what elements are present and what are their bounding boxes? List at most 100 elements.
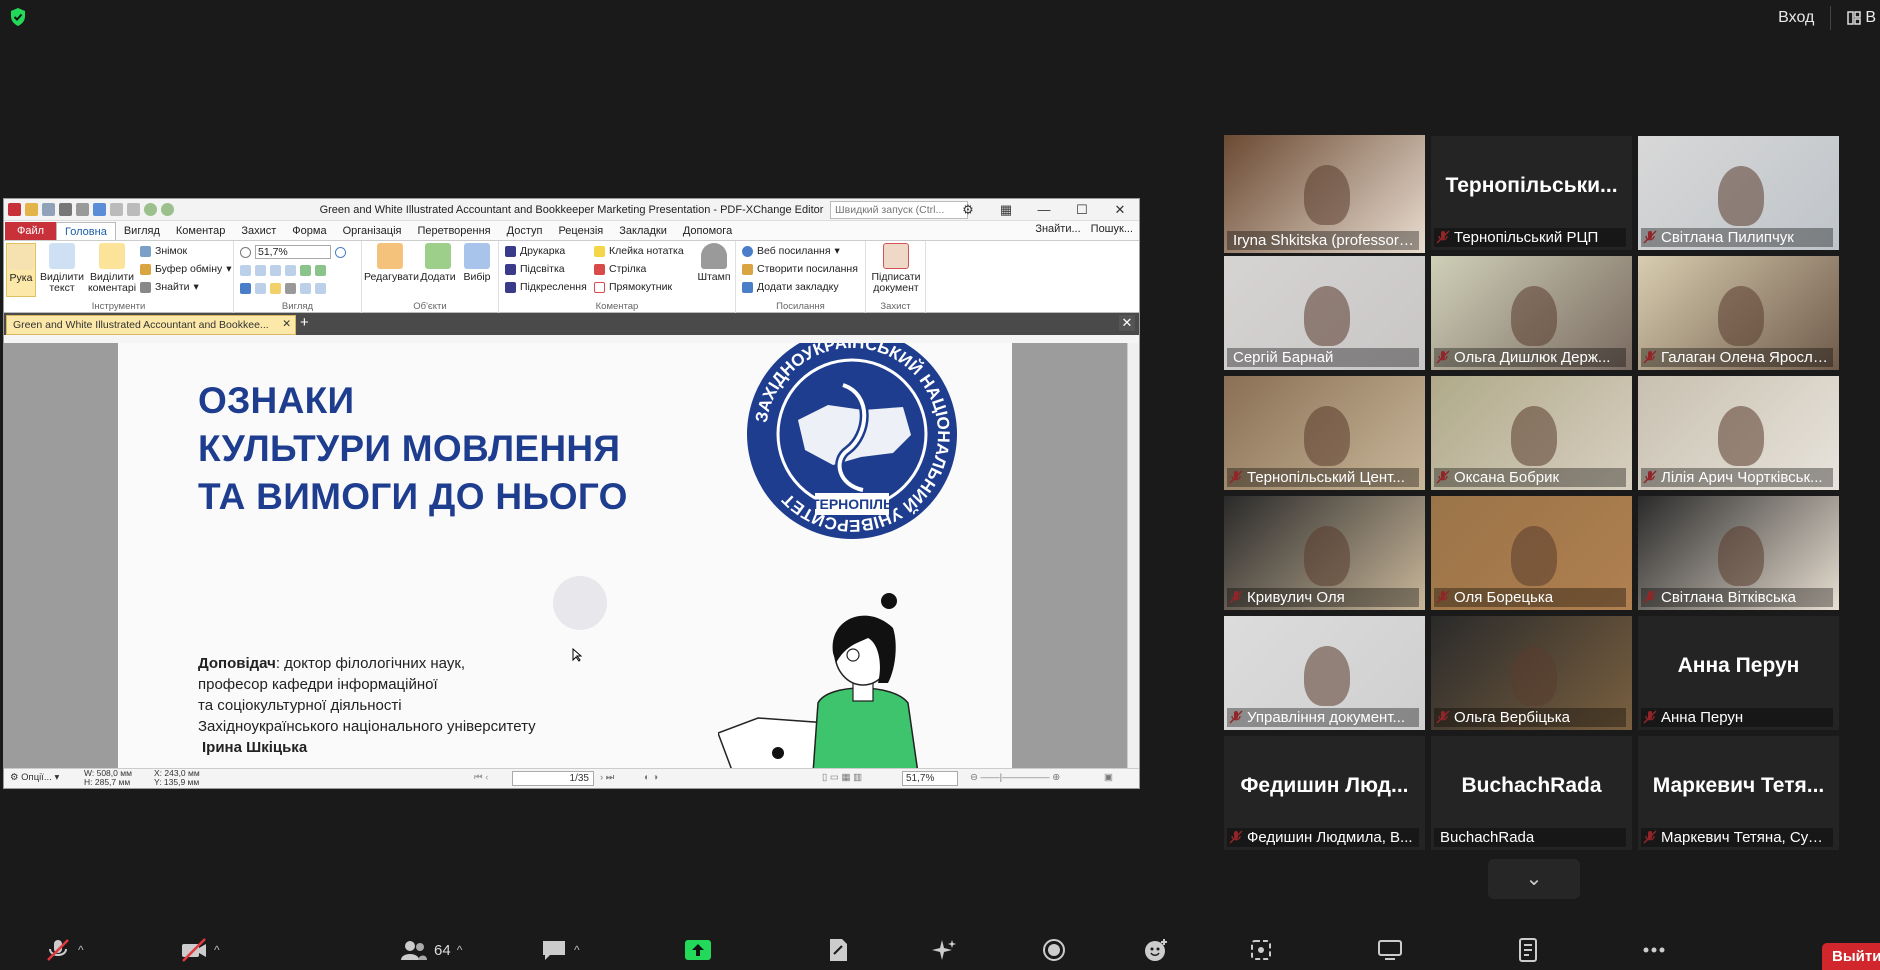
- menu-bookmarks[interactable]: Закладки: [611, 222, 675, 240]
- menu-protect[interactable]: Захист: [233, 222, 284, 240]
- reactions-button[interactable]: [1142, 938, 1170, 962]
- participant-tile[interactable]: Ольга Вербіцька: [1431, 616, 1632, 730]
- zoom-select[interactable]: 51,7%: [902, 771, 958, 786]
- find-button[interactable]: Знайти...: [1035, 223, 1080, 235]
- menu-form[interactable]: Форма: [284, 222, 334, 240]
- history-nav-icon[interactable]: ◐ ◑: [644, 772, 658, 783]
- share-screen-button[interactable]: [684, 938, 712, 962]
- attachments-icon[interactable]: [285, 283, 296, 294]
- add-bookmark-button[interactable]: Додати закладку: [742, 281, 839, 293]
- participant-tile[interactable]: Світлана Пилипчук: [1638, 136, 1839, 250]
- more-button[interactable]: [1640, 938, 1668, 962]
- open-folder-icon[interactable]: [25, 203, 38, 216]
- cloud-icon[interactable]: [93, 203, 106, 216]
- zoom-out-icon[interactable]: [240, 246, 251, 258]
- search-button[interactable]: Пошук...: [1091, 223, 1133, 235]
- participant-tile[interactable]: Тернопільськи... Тернопільський РЦП: [1431, 136, 1632, 250]
- participants-button[interactable]: 64 ^: [400, 938, 462, 962]
- new-tab-icon[interactable]: +: [300, 314, 309, 331]
- notes-button[interactable]: [824, 938, 852, 962]
- participant-tile[interactable]: BuchachRada BuchachRada: [1431, 736, 1632, 850]
- clipboard-button[interactable]: Буфер обміну ▾: [140, 263, 232, 275]
- arrow-button[interactable]: Стрілка: [594, 263, 646, 275]
- undo-icon[interactable]: [110, 203, 123, 216]
- caret-up-icon[interactable]: ^: [214, 943, 220, 957]
- add-button[interactable]: Додати: [418, 243, 458, 283]
- participant-tile[interactable]: Маркевич Тетя... Маркевич Тетяна, Сул...: [1638, 736, 1839, 850]
- select-comments-button[interactable]: Виділити коментарі: [86, 243, 138, 294]
- participant-tile[interactable]: Оксана Бобрик: [1431, 376, 1632, 490]
- next-page-icon[interactable]: › ⏭: [600, 772, 614, 783]
- participant-tile[interactable]: Галаган Олена Яросла...: [1638, 256, 1839, 370]
- print-icon[interactable]: [59, 203, 72, 216]
- view-button[interactable]: В: [1847, 9, 1880, 27]
- minimize-button[interactable]: —: [1025, 199, 1063, 221]
- create-link-button[interactable]: Створити посилання: [742, 263, 858, 275]
- rotate-left-icon[interactable]: [300, 265, 311, 276]
- document-tab[interactable]: Green and White Illustrated Accountant a…: [6, 315, 296, 335]
- participant-tile[interactable]: Анна Перун Анна Перун: [1638, 616, 1839, 730]
- properties-icon[interactable]: [315, 283, 326, 294]
- snapshot-button[interactable]: Знімок: [140, 245, 187, 257]
- close-tab-icon[interactable]: ✕: [282, 318, 291, 330]
- caret-up-icon[interactable]: ^: [78, 943, 84, 957]
- share-view-button[interactable]: [1376, 938, 1404, 962]
- sign-document-button[interactable]: Підписати документ: [870, 243, 922, 294]
- ai-companion-button[interactable]: [930, 938, 958, 962]
- select-button[interactable]: Вибір: [458, 243, 496, 283]
- options-button[interactable]: ⚙ Опції... ▾: [10, 772, 59, 783]
- close-all-icon[interactable]: ✕: [1119, 315, 1135, 331]
- participant-tile[interactable]: Лілія Арич Чортківськ...: [1638, 376, 1839, 490]
- menu-access[interactable]: Доступ: [499, 222, 551, 240]
- find-tool-button[interactable]: Знайти ▾: [140, 281, 199, 293]
- zoom-control[interactable]: 51,7%: [240, 245, 346, 259]
- chat-button[interactable]: ^: [540, 938, 580, 962]
- security-shield-icon[interactable]: [8, 7, 28, 27]
- back-icon[interactable]: [144, 203, 157, 216]
- zoom-in-icon[interactable]: [335, 246, 346, 258]
- record-button[interactable]: [1040, 938, 1068, 962]
- highlight-button[interactable]: Підсвітка: [505, 263, 565, 275]
- participant-tile[interactable]: Управління документ...: [1224, 616, 1425, 730]
- settings-icon[interactable]: ⚙: [949, 199, 987, 221]
- forward-icon[interactable]: [161, 203, 174, 216]
- fullscreen-icon[interactable]: ▣: [1104, 772, 1113, 783]
- thumbnails-icon[interactable]: [255, 283, 266, 294]
- video-button[interactable]: ^: [180, 938, 220, 962]
- stamp-button[interactable]: Штамп: [695, 243, 733, 283]
- edit-button[interactable]: Редагувати: [364, 243, 419, 283]
- participant-tile[interactable]: Iryna Shkitska (professor ...: [1224, 135, 1425, 253]
- two-page-icon[interactable]: [285, 265, 296, 276]
- menu-comment[interactable]: Коментар: [168, 222, 233, 240]
- leave-button[interactable]: Выйти: [1822, 943, 1880, 970]
- participant-tile[interactable]: Світлана Вітківська: [1638, 496, 1839, 610]
- menu-help[interactable]: Допомога: [675, 222, 740, 240]
- select-text-button[interactable]: Виділити текст: [40, 243, 84, 294]
- menu-organize[interactable]: Організація: [335, 222, 410, 240]
- page-fit-icon[interactable]: [255, 265, 266, 276]
- sticky-note-button[interactable]: Клейка нотатка: [594, 245, 684, 257]
- menu-home[interactable]: Головна: [56, 222, 116, 240]
- menu-review[interactable]: Рецензія: [550, 222, 611, 240]
- save-icon[interactable]: [42, 203, 55, 216]
- first-page-icon[interactable]: ⏮ ‹: [474, 772, 488, 783]
- menu-view[interactable]: Вигляд: [116, 222, 168, 240]
- hand-tool-button[interactable]: Рука: [6, 243, 36, 297]
- web-links-button[interactable]: Веб посилання ▾: [742, 245, 840, 257]
- apps-button[interactable]: [1248, 938, 1276, 962]
- zoom-slider[interactable]: ⊖ ——|————— ⊕: [970, 772, 1060, 783]
- comments-panel-icon[interactable]: [270, 283, 281, 294]
- caret-up-icon[interactable]: ^: [457, 943, 463, 957]
- participant-tile[interactable]: Кривулич Оля: [1224, 496, 1425, 610]
- document-area[interactable]: ОЗНАКИ КУЛЬТУРИ МОВЛЕННЯ ТА ВИМОГИ ДО НЬ…: [4, 343, 1139, 770]
- layout-icon[interactable]: ▦: [987, 199, 1025, 221]
- redo-icon[interactable]: [127, 203, 140, 216]
- scan-icon[interactable]: [76, 203, 89, 216]
- underline-button[interactable]: Підкреслення: [505, 281, 587, 293]
- page-width-icon[interactable]: [270, 265, 281, 276]
- participant-tile[interactable]: Ольга Дишлюк Держ...: [1431, 256, 1632, 370]
- typewriter-button[interactable]: Друкарка: [505, 245, 565, 257]
- zoom-value[interactable]: 51,7%: [255, 245, 331, 259]
- menu-convert[interactable]: Перетворення: [410, 222, 499, 240]
- layers-icon[interactable]: [300, 283, 311, 294]
